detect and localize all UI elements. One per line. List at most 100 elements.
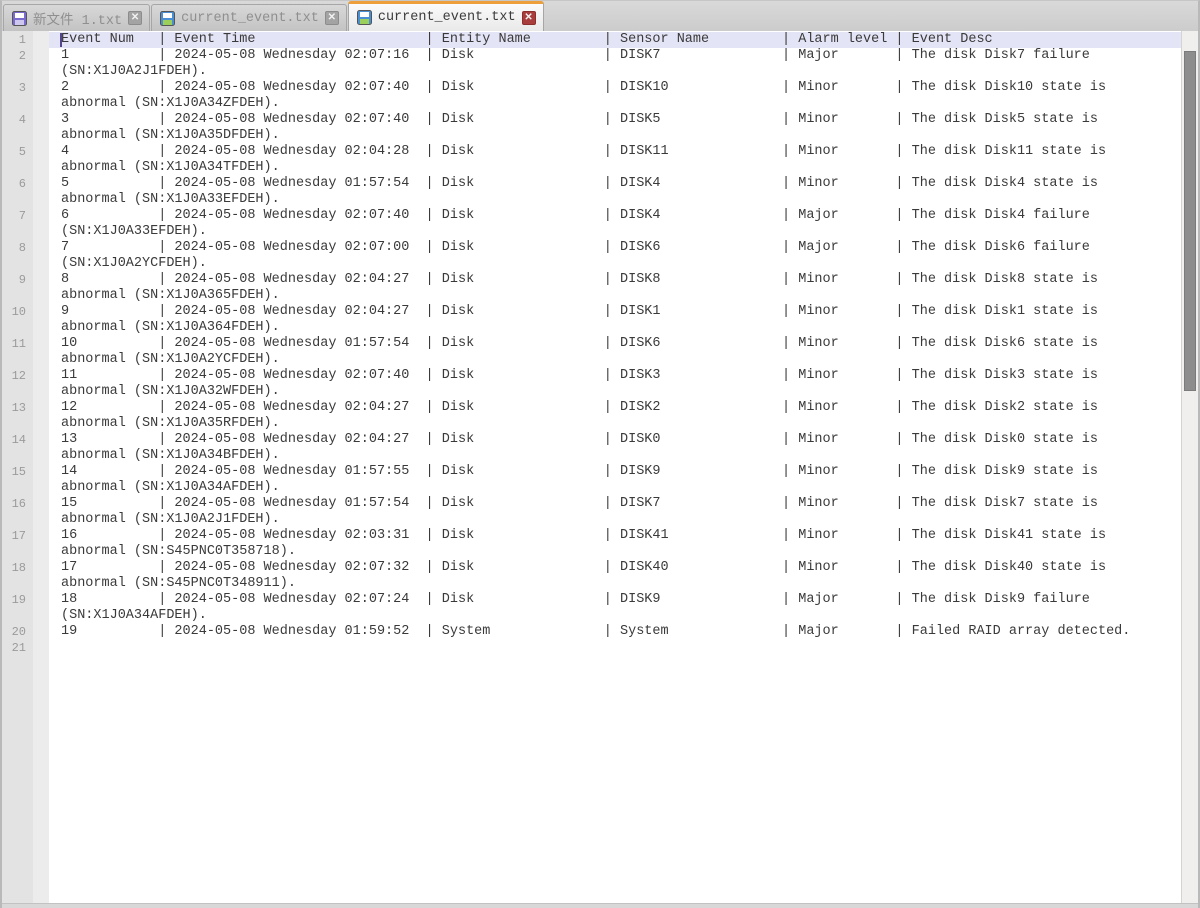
editor-line-text[interactable]: abnormal (SN:X1J0A364FDEH).: [49, 320, 1181, 336]
editor-line-text[interactable]: 2 | 2024-05-08 Wednesday 02:07:40 | Disk…: [49, 80, 1181, 96]
line-number: 8: [2, 240, 33, 256]
editor-line-text[interactable]: abnormal (SN:X1J0A33EFDEH).: [49, 192, 1181, 208]
fold-margin-cell: [33, 256, 49, 272]
line-number: 18: [2, 560, 33, 576]
line-number: 17: [2, 528, 33, 544]
line-number: 10: [2, 304, 33, 320]
editor-line-text[interactable]: abnormal (SN:X1J0A35DFDEH).: [49, 128, 1181, 144]
editor-line-text[interactable]: 15 | 2024-05-08 Wednesday 01:57:54 | Dis…: [49, 496, 1181, 512]
editor-line-text[interactable]: abnormal (SN:X1J0A34TFDEH).: [49, 160, 1181, 176]
fold-margin-cell: [33, 528, 49, 544]
text-editor[interactable]: 1 Event Num | Event Time | Entity Name | …: [2, 31, 1198, 903]
editor-line-text[interactable]: abnormal (SN:X1J0A2J1FDEH).: [49, 512, 1181, 528]
fold-margin-cell: [33, 80, 49, 96]
editor-line-text[interactable]: 3 | 2024-05-08 Wednesday 02:07:40 | Disk…: [49, 112, 1181, 128]
close-icon[interactable]: ✕: [522, 11, 536, 25]
editor-line-text[interactable]: abnormal (SN:S45PNC0T358718).: [49, 544, 1181, 560]
tab-current-event-2-active[interactable]: current_event.txt ✕: [348, 1, 544, 31]
line-number: 7: [2, 208, 33, 224]
editor-line: abnormal (SN:S45PNC0T348911).: [2, 576, 1181, 592]
fold-margin-cell: [33, 384, 49, 400]
close-icon[interactable]: ✕: [128, 11, 142, 25]
line-number: [2, 352, 33, 368]
line-number: [2, 96, 33, 112]
editor-line-text[interactable]: abnormal (SN:X1J0A34BFDEH).: [49, 448, 1181, 464]
vertical-scrollbar-track[interactable]: [1181, 31, 1198, 903]
line-number: 13: [2, 400, 33, 416]
editor-line: 2019 | 2024-05-08 Wednesday 01:59:52 | S…: [2, 624, 1181, 640]
editor-line-text[interactable]: abnormal (SN:X1J0A365FDEH).: [49, 288, 1181, 304]
editor-line: abnormal (SN:X1J0A2J1FDEH).: [2, 512, 1181, 528]
editor-line-text[interactable]: [49, 640, 1181, 656]
fold-margin-cell: [33, 288, 49, 304]
editor-line: 32 | 2024-05-08 Wednesday 02:07:40 | Dis…: [2, 80, 1181, 96]
editor-line-text[interactable]: (SN:X1J0A33EFDEH).: [49, 224, 1181, 240]
editor-line: abnormal (SN:X1J0A34TFDEH).: [2, 160, 1181, 176]
editor-line-text[interactable]: (SN:X1J0A34AFDEH).: [49, 608, 1181, 624]
editor-line-text[interactable]: 5 | 2024-05-08 Wednesday 01:57:54 | Disk…: [49, 176, 1181, 192]
editor-line-text[interactable]: 10 | 2024-05-08 Wednesday 01:57:54 | Dis…: [49, 336, 1181, 352]
editor-line: 1615 | 2024-05-08 Wednesday 01:57:54 | D…: [2, 496, 1181, 512]
editor-line-text[interactable]: abnormal (SN:X1J0A34AFDEH).: [49, 480, 1181, 496]
editor-line: 17 16 | 2024-05-08 Wednesday 02:03:31 | D…: [2, 528, 1181, 544]
editor-line-text[interactable]: 4 | 2024-05-08 Wednesday 02:04:28 | Disk…: [49, 144, 1181, 160]
editor-line-text[interactable]: abnormal (SN:X1J0A32WFDEH).: [49, 384, 1181, 400]
editor-line-text[interactable]: 6 | 2024-05-08 Wednesday 02:07:40 | Disk…: [49, 208, 1181, 224]
editor-line: abnormal (SN:X1J0A33EFDEH).: [2, 192, 1181, 208]
editor-line: abnormal (SN:X1J0A35RFDEH).: [2, 416, 1181, 432]
fold-margin-cell: [33, 592, 49, 608]
tab-bar: 新文件 1.txt ✕ current_event.txt ✕ current_…: [2, 1, 1198, 31]
text-caret: [60, 33, 62, 47]
editor-line: (SN:X1J0A34AFDEH).: [2, 608, 1181, 624]
fold-margin-cell: [33, 608, 49, 624]
line-number: [2, 608, 33, 624]
line-number: 14: [2, 432, 33, 448]
editor-line-text[interactable]: 16 | 2024-05-08 Wednesday 02:03:31 | Dis…: [49, 528, 1181, 544]
editor-line-text[interactable]: 11 | 2024-05-08 Wednesday 02:07:40 | Dis…: [49, 368, 1181, 384]
editor-line-text[interactable]: 1 | 2024-05-08 Wednesday 02:07:16 | Disk…: [49, 48, 1181, 64]
tab-current-event-1[interactable]: current_event.txt ✕: [151, 4, 347, 31]
editor-line-text[interactable]: 7 | 2024-05-08 Wednesday 02:07:00 | Disk…: [49, 240, 1181, 256]
editor-line: 1110 | 2024-05-08 Wednesday 01:57:54 | D…: [2, 336, 1181, 352]
editor-line-text[interactable]: 14 | 2024-05-08 Wednesday 01:57:55 | Dis…: [49, 464, 1181, 480]
fold-margin-cell: [33, 192, 49, 208]
fold-margin-cell: [33, 48, 49, 64]
editor-line-text[interactable]: Event Num | Event Time | Entity Name | S…: [49, 32, 1181, 48]
vertical-scrollbar-thumb[interactable]: [1184, 51, 1196, 391]
editor-line-text[interactable]: 13 | 2024-05-08 Wednesday 02:04:27 | Dis…: [49, 432, 1181, 448]
editor-line: abnormal (SN:X1J0A2YCFDEH).: [2, 352, 1181, 368]
editor-line-text[interactable]: 12 | 2024-05-08 Wednesday 02:04:27 | Dis…: [49, 400, 1181, 416]
editor-line-text[interactable]: abnormal (SN:S45PNC0T348911).: [49, 576, 1181, 592]
line-number: [2, 544, 33, 560]
editor-line-text[interactable]: 9 | 2024-05-08 Wednesday 02:04:27 | Disk…: [49, 304, 1181, 320]
editor-line-text[interactable]: (SN:X1J0A2YCFDEH).: [49, 256, 1181, 272]
fold-margin-cell: [33, 208, 49, 224]
tab-label: current_event.txt: [181, 11, 319, 26]
line-number: 1: [2, 32, 33, 48]
editor-line-text[interactable]: abnormal (SN:X1J0A34ZFDEH).: [49, 96, 1181, 112]
editor-line-text[interactable]: (SN:X1J0A2J1FDEH).: [49, 64, 1181, 80]
line-number: [2, 480, 33, 496]
line-number: [2, 320, 33, 336]
line-number: [2, 224, 33, 240]
fold-margin-cell: [33, 496, 49, 512]
editor-line-text[interactable]: 8 | 2024-05-08 Wednesday 02:04:27 | Disk…: [49, 272, 1181, 288]
editor-line: (SN:X1J0A33EFDEH).: [2, 224, 1181, 240]
tab-new-file-1[interactable]: 新文件 1.txt ✕: [3, 4, 150, 31]
tab-label: 新文件 1.txt: [33, 8, 122, 29]
editor-line: 8 7 | 2024-05-08 Wednesday 02:07:00 | Dis…: [2, 240, 1181, 256]
editor-line-text[interactable]: 18 | 2024-05-08 Wednesday 02:07:24 | Dis…: [49, 592, 1181, 608]
close-icon[interactable]: ✕: [325, 11, 339, 25]
fold-margin-cell: [33, 112, 49, 128]
line-number: [2, 64, 33, 80]
editor-line-text[interactable]: 17 | 2024-05-08 Wednesday 02:07:32 | Dis…: [49, 560, 1181, 576]
editor-line-text[interactable]: 19 | 2024-05-08 Wednesday 01:59:52 | Sys…: [49, 624, 1181, 640]
editor-line-text[interactable]: abnormal (SN:X1J0A2YCFDEH).: [49, 352, 1181, 368]
fold-margin-cell: [33, 128, 49, 144]
editor-line: abnormal (SN:X1J0A32WFDEH).: [2, 384, 1181, 400]
editor-line: abnormal (SN:X1J0A364FDEH).: [2, 320, 1181, 336]
editor-line-text[interactable]: abnormal (SN:X1J0A35RFDEH).: [49, 416, 1181, 432]
floppy-save-icon: [12, 11, 27, 26]
floppy-save-icon: [160, 11, 175, 26]
fold-margin-cell: [33, 624, 49, 640]
